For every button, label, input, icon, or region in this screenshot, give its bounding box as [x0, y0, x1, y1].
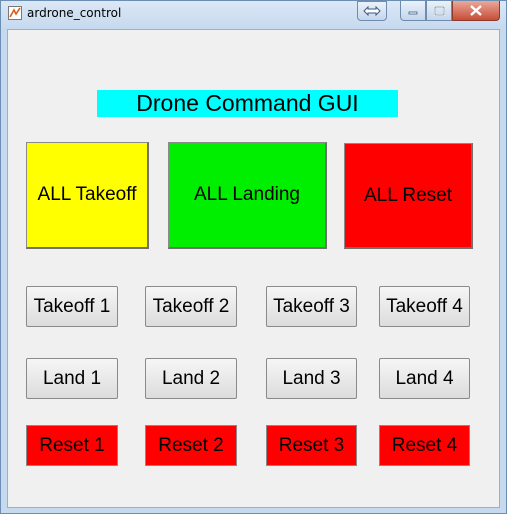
land-4-button[interactable]: Land 4 — [379, 358, 470, 399]
land-2-button[interactable]: Land 2 — [145, 358, 237, 399]
takeoff-4-button[interactable]: Takeoff 4 — [379, 286, 470, 327]
all-landing-button[interactable]: ALL Landing — [168, 142, 327, 249]
close-icon — [470, 5, 482, 16]
maximize-button[interactable] — [426, 1, 452, 21]
matlab-figure-icon — [8, 6, 22, 20]
takeoff-2-button[interactable]: Takeoff 2 — [145, 286, 237, 327]
window-title: ardrone_control — [27, 6, 122, 20]
figure-canvas: Drone Command GUI ALL Takeoff ALL Landin… — [7, 29, 500, 508]
reset-3-button[interactable]: Reset 3 — [266, 425, 357, 466]
title-bar: ardrone_control — [1, 1, 506, 29]
gui-title: Drone Command GUI — [97, 90, 398, 117]
all-reset-button[interactable]: ALL Reset — [344, 143, 473, 249]
minimize-icon — [408, 11, 418, 14]
all-takeoff-button[interactable]: ALL Takeoff — [26, 142, 149, 249]
dock-arrows-icon — [363, 6, 381, 16]
figure-window: ardrone_control Drone Command GUI ALL Ta… — [0, 0, 507, 514]
takeoff-1-button[interactable]: Takeoff 1 — [26, 286, 118, 327]
minimize-button[interactable] — [400, 1, 426, 21]
takeoff-3-button[interactable]: Takeoff 3 — [266, 286, 357, 327]
maximize-icon — [433, 5, 445, 16]
reset-2-button[interactable]: Reset 2 — [145, 425, 237, 466]
land-3-button[interactable]: Land 3 — [266, 358, 357, 399]
close-button[interactable] — [452, 1, 500, 21]
reset-4-button[interactable]: Reset 4 — [379, 425, 470, 466]
land-1-button[interactable]: Land 1 — [26, 358, 118, 399]
dock-button[interactable] — [357, 1, 387, 21]
reset-1-button[interactable]: Reset 1 — [26, 425, 118, 466]
